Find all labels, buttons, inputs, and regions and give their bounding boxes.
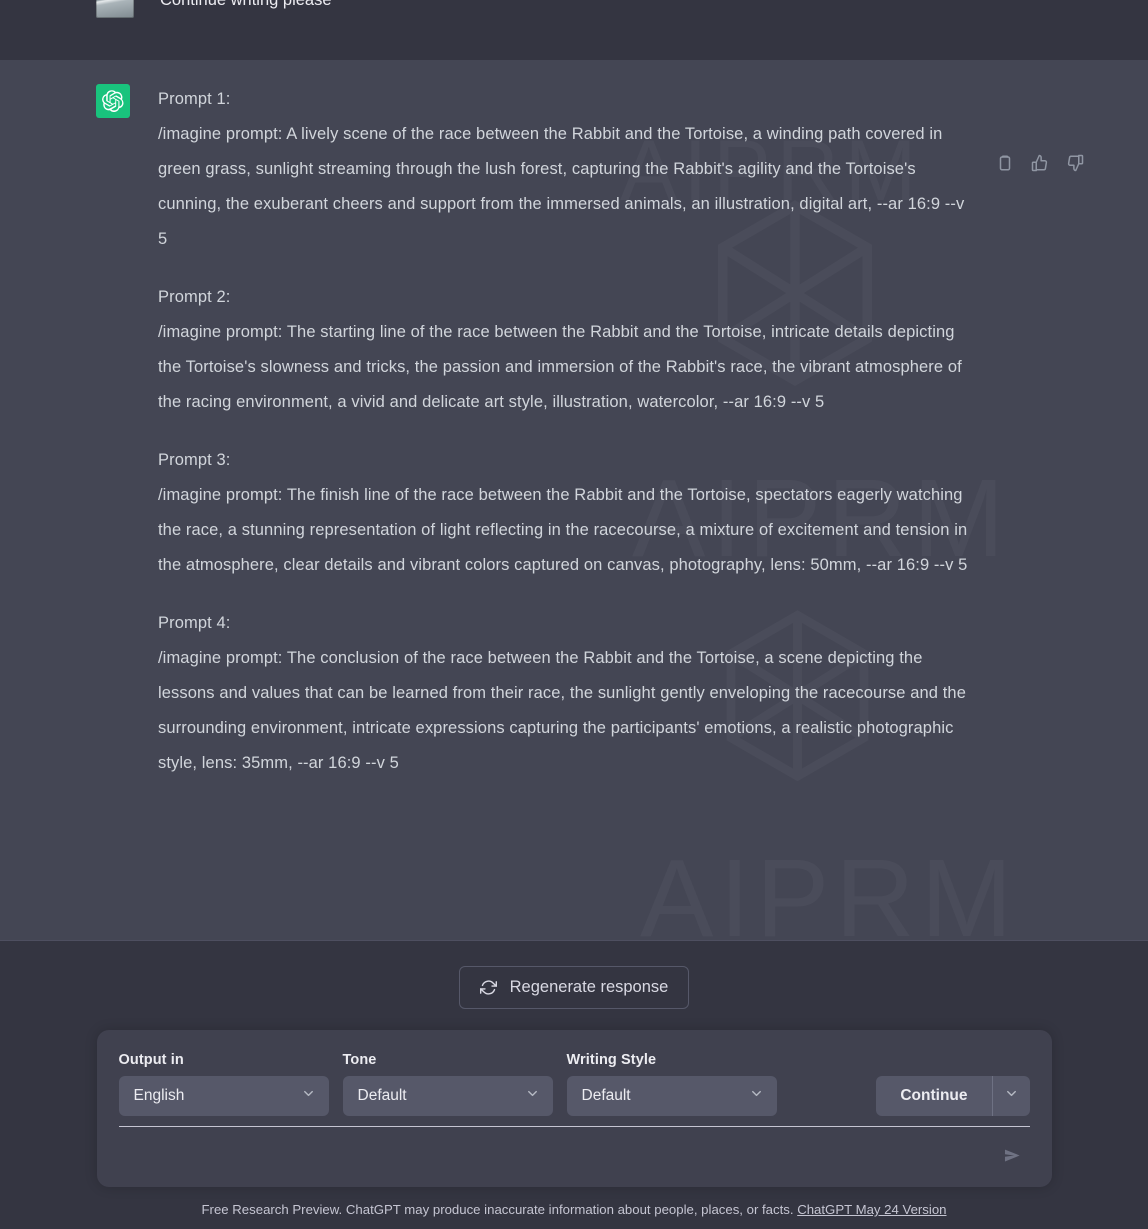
prompt-block: Prompt 3: /imagine prompt: The finish li… [158,443,973,583]
prompt-block: Prompt 4: /imagine prompt: The conclusio… [158,606,973,781]
regenerate-response-label: Regenerate response [509,978,669,996]
prompt-text: /imagine prompt: The finish line of the … [158,486,968,574]
prompt-title: Prompt 4: [158,614,231,632]
send-button[interactable] [996,1140,1030,1174]
chevron-down-icon [301,1086,316,1106]
continue-button[interactable]: Continue [876,1076,992,1116]
continue-button-group: Continue [876,1076,1030,1116]
thumbs-up-icon[interactable] [1029,152,1051,174]
prompt-title: Prompt 2: [158,288,231,306]
assistant-message-body: Prompt 1: /imagine prompt: A lively scen… [158,82,973,781]
regenerate-response-button[interactable]: Regenerate response [458,966,690,1009]
writing-style-field: Writing Style Default [566,1052,777,1116]
send-icon [1003,1146,1022,1168]
writing-style-value: Default [581,1087,631,1104]
copy-icon[interactable] [994,152,1016,174]
chevron-down-icon [1004,1086,1019,1106]
output-language-label: Output in [118,1052,184,1068]
chevron-down-icon [525,1086,540,1106]
output-language-value: English [133,1087,185,1104]
refresh-icon [479,979,497,996]
prompt-block: Prompt 2: /imagine prompt: The starting … [158,280,973,420]
footer-text: Free Research Preview. ChatGPT may produ… [201,1202,794,1217]
prompt-text: /imagine prompt: The starting line of th… [158,323,962,411]
chat-input[interactable] [118,1148,996,1166]
prompt-block: Prompt 1: /imagine prompt: A lively scen… [158,82,973,257]
watermark-text: AIPRM [640,835,1018,940]
tone-label: Tone [342,1052,377,1068]
openai-flower-glyph [102,90,124,112]
user-message-row: Continue writing please [0,0,1148,60]
assistant-message-row: AIPRM AIPRM AIPRM [0,60,1148,941]
aiprm-control-panel: Output in English Tone Default Writing S… [96,1030,1052,1187]
message-action-buttons [994,152,1086,174]
version-link[interactable]: ChatGPT May 24 Version [797,1202,946,1217]
chevron-down-icon [749,1086,764,1106]
openai-logo-icon [96,84,130,118]
prompt-title: Prompt 1: [158,90,231,108]
composer-region: Regenerate response Output in English To… [0,941,1148,1229]
output-language-field: Output in English [118,1052,329,1116]
output-language-select[interactable]: English [118,1076,329,1116]
writing-style-label: Writing Style [566,1052,657,1068]
tone-value: Default [357,1087,407,1104]
user-avatar [96,0,134,18]
thumbs-down-icon[interactable] [1064,152,1086,174]
tone-field: Tone Default [342,1052,553,1116]
chatgpt-app: Continue writing please AIPRM AIPRM AIPR… [0,0,1148,1229]
aiprm-controls-row: Output in English Tone Default Writing S… [118,1052,1030,1116]
prompt-text: /imagine prompt: A lively scene of the r… [158,125,965,248]
prompt-text: /imagine prompt: The conclusion of the r… [158,649,966,772]
continue-dropdown-toggle[interactable] [991,1076,1030,1116]
prompt-title: Prompt 3: [158,451,231,469]
writing-style-select[interactable]: Default [566,1076,777,1116]
tone-select[interactable]: Default [342,1076,553,1116]
footer-disclaimer: Free Research Preview. ChatGPT may produ… [202,1202,947,1217]
chat-input-area [118,1127,1030,1187]
user-message-text: Continue writing please [160,0,332,9]
